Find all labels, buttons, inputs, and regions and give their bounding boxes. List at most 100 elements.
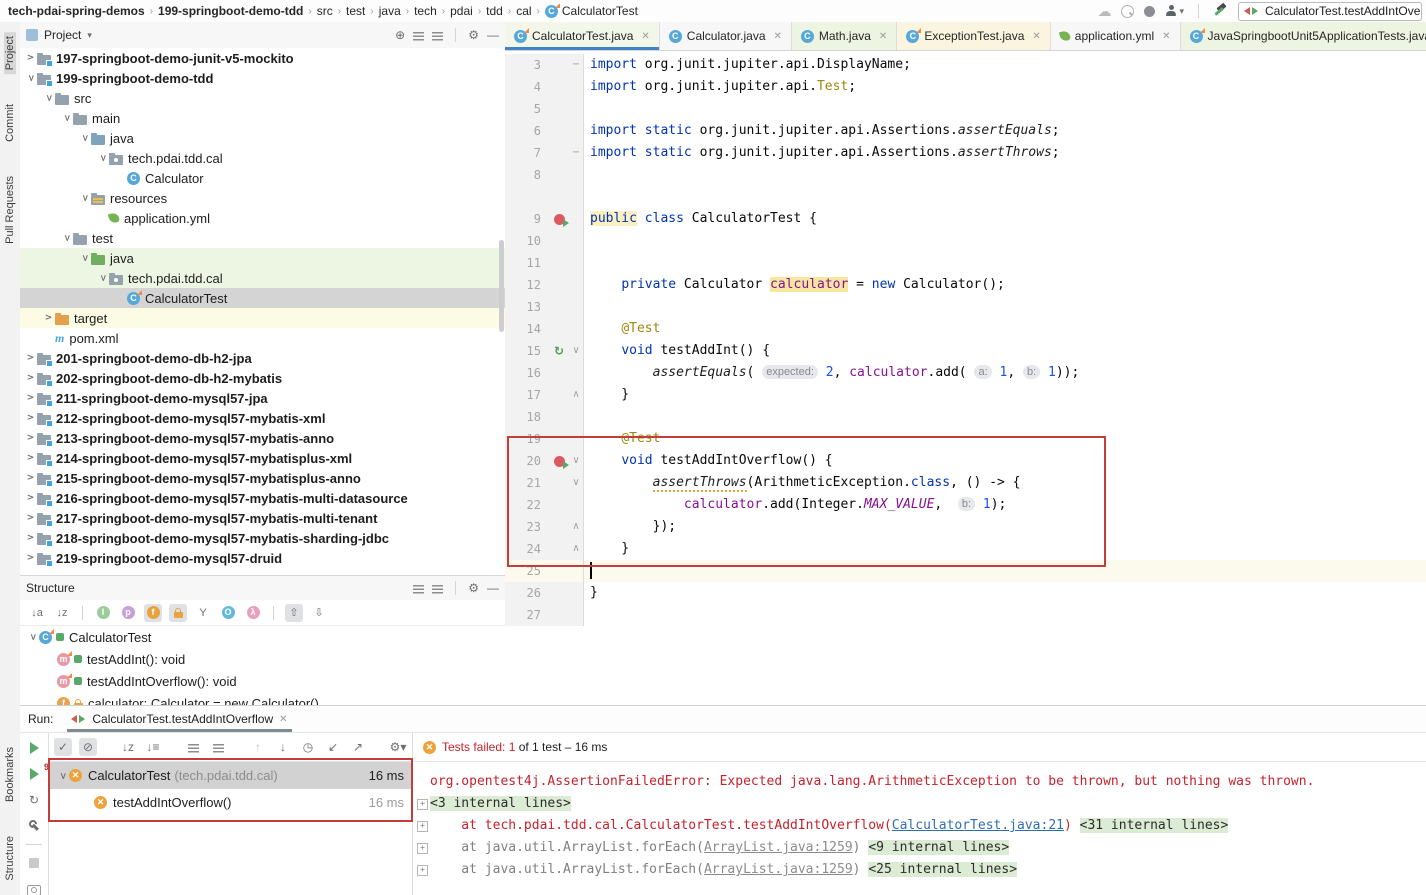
collapse-all-icon[interactable] [432,32,443,41]
show-fields-icon[interactable]: f [144,604,162,622]
stacktrace-link[interactable]: ArrayList.java:1259 [704,862,853,877]
tree-item[interactable]: >tech.pdai.tdd.cal [20,268,505,288]
tree-item[interactable]: >target [20,308,505,328]
collapse-all-icon[interactable] [209,738,227,756]
tree-chevron-icon[interactable]: > [98,152,108,165]
stop-button[interactable] [25,856,43,871]
breadcrumb-item[interactable]: tdd [486,4,503,18]
show-lambdas-icon[interactable]: λ [244,604,262,622]
tree-item[interactable]: >218-springboot-demo-mysql57-mybatis-sha… [20,528,505,548]
structure-item[interactable]: fcalculator: Calculator = new Calculator… [20,692,505,706]
breadcrumb-item[interactable]: tech-pdai-spring-demos [8,4,145,18]
breadcrumb-item[interactable]: tech [414,4,437,18]
tree-chevron-icon[interactable]: > [24,533,37,543]
editor-tab[interactable]: CCalculatorTest.java✕ [505,22,660,50]
tree-chevron-icon[interactable]: > [58,769,68,782]
show-non-public-icon[interactable] [169,604,187,622]
fold-marker-icon[interactable]: ∨ [569,450,584,472]
close-icon[interactable]: ✕ [1162,31,1170,42]
close-icon[interactable]: ✕ [774,31,782,42]
tree-chevron-icon[interactable]: > [24,553,37,563]
tree-item[interactable]: >java [20,248,505,268]
next-occurrence-icon[interactable]: ↓ [274,738,292,756]
tree-chevron-icon[interactable]: > [24,433,37,443]
user-menu[interactable]: ▾ [1165,5,1184,17]
tree-item[interactable]: CCalculatorTest [20,288,505,308]
breadcrumb-item[interactable]: test [346,4,365,18]
sort-alphabetically-icon[interactable]: ↓z [53,604,71,622]
breadcrumb-item[interactable]: java [379,4,401,18]
tree-chevron-icon[interactable]: > [80,132,90,145]
tree-chevron-icon[interactable]: > [24,353,37,363]
project-panel-title[interactable]: Project [44,28,81,42]
stripe-item-structure[interactable]: Structure [4,832,16,885]
editor-tab[interactable]: application.yml✕ [1051,22,1181,50]
locate-icon[interactable]: ⊕ [395,28,405,42]
tree-chevron-icon[interactable]: > [24,413,37,423]
tree-chevron-icon[interactable]: > [24,493,37,503]
test-result-row[interactable]: ✕testAddIntOverflow()16 ms [48,789,412,816]
settings-icon[interactable]: ⚙ [468,28,479,42]
expand-fold-icon[interactable]: + [417,799,428,810]
chevron-down-icon[interactable]: ▾ [87,30,92,41]
settings-icon[interactable]: ⚙ [468,581,479,595]
test-passed-run-icon[interactable]: ↻ [554,345,564,357]
expand-all-icon[interactable] [184,738,202,756]
tree-chevron-icon[interactable]: > [62,112,72,125]
test-settings-wrench-icon[interactable] [25,818,43,833]
expand-fold-icon[interactable]: + [417,821,428,832]
tree-chevron-icon[interactable]: > [80,192,90,205]
close-icon[interactable]: ✕ [1032,31,1040,42]
previous-occurrence-icon[interactable]: ↑ [249,738,267,756]
show-inherited-icon[interactable]: I [94,604,112,622]
tree-chevron-icon[interactable]: > [28,631,38,644]
build-hammer-icon[interactable] [1213,4,1228,18]
breadcrumb-item[interactable]: cal [516,4,531,18]
tree-chevron-icon[interactable]: > [42,313,55,323]
tree-item[interactable]: >216-springboot-demo-mysql57-mybatis-mul… [20,488,505,508]
hide-panel-icon[interactable]: — [487,28,499,42]
show-properties-icon[interactable]: p [119,604,137,622]
fold-marker-icon[interactable]: ∧ [569,538,584,560]
toggle-auto-test-icon[interactable]: ↻ [25,792,43,807]
expand-fold-icon[interactable]: + [417,865,428,876]
tree-item[interactable]: >211-springboot-demo-mysql57-jpa [20,388,505,408]
fold-marker-icon[interactable]: ∧ [569,384,584,406]
show-objects-icon[interactable]: O [219,604,237,622]
breadcrumb-item[interactable]: pdai [450,4,473,18]
structure-item[interactable]: mtestAddInt(): void [20,648,505,670]
tree-item[interactable]: >217-springboot-demo-mysql57-mybatis-mul… [20,508,505,528]
structure-item[interactable]: mtestAddIntOverflow(): void [20,670,505,692]
fold-marker-icon[interactable]: ∨ [569,472,584,494]
scrollbar-thumb[interactable] [499,240,504,332]
search-icon[interactable] [1121,5,1134,18]
tree-item[interactable]: >214-springboot-demo-mysql57-mybatisplus… [20,448,505,468]
tree-item[interactable]: >test [20,228,505,248]
tree-item[interactable]: >213-springboot-demo-mysql57-mybatis-ann… [20,428,505,448]
tree-item[interactable]: >201-springboot-demo-db-h2-jpa [20,348,505,368]
breadcrumb-item[interactable]: 199-springboot-demo-tdd [158,4,303,18]
close-icon[interactable]: ✕ [279,714,287,725]
fold-marker-icon[interactable]: ∨ [569,340,584,362]
tree-item[interactable]: CCalculator [20,168,505,188]
tree-item[interactable]: >219-springboot-demo-mysql57-druid [20,548,505,568]
expand-all-icon[interactable] [413,585,424,594]
tree-chevron-icon[interactable]: > [24,513,37,523]
code-editor[interactable]: 3−import org.junit.jupiter.api.DisplayNa… [505,51,1426,705]
run-tab[interactable]: CalculatorTest.testAddIntOverflow ✕ [67,706,291,732]
test-failed-run-icon[interactable] [554,456,565,467]
editor-tab[interactable]: CCalculator.java✕ [660,22,792,50]
tree-chevron-icon[interactable]: > [98,272,108,285]
tree-chevron-icon[interactable]: > [24,393,37,403]
structure-item[interactable]: >CCalculatorTest [20,626,505,648]
fold-marker-icon[interactable]: − [569,54,584,76]
tree-item[interactable]: >src [20,88,505,108]
show-passed-toggle[interactable]: ✓ [54,738,72,756]
console-output[interactable]: org.opentest4j.AssertionFailedError: Exp… [415,771,1426,895]
tree-item[interactable]: >215-springboot-demo-mysql57-mybatisplus… [20,468,505,488]
collapse-all-icon[interactable] [432,585,443,594]
tree-item[interactable]: >tech.pdai.tdd.cal [20,148,505,168]
settings-icon[interactable]: ⚙▾ [389,738,407,756]
rerun-failed-tests-button[interactable]: 9 [25,767,43,782]
editor-tab[interactable]: CMath.java✕ [792,22,897,50]
